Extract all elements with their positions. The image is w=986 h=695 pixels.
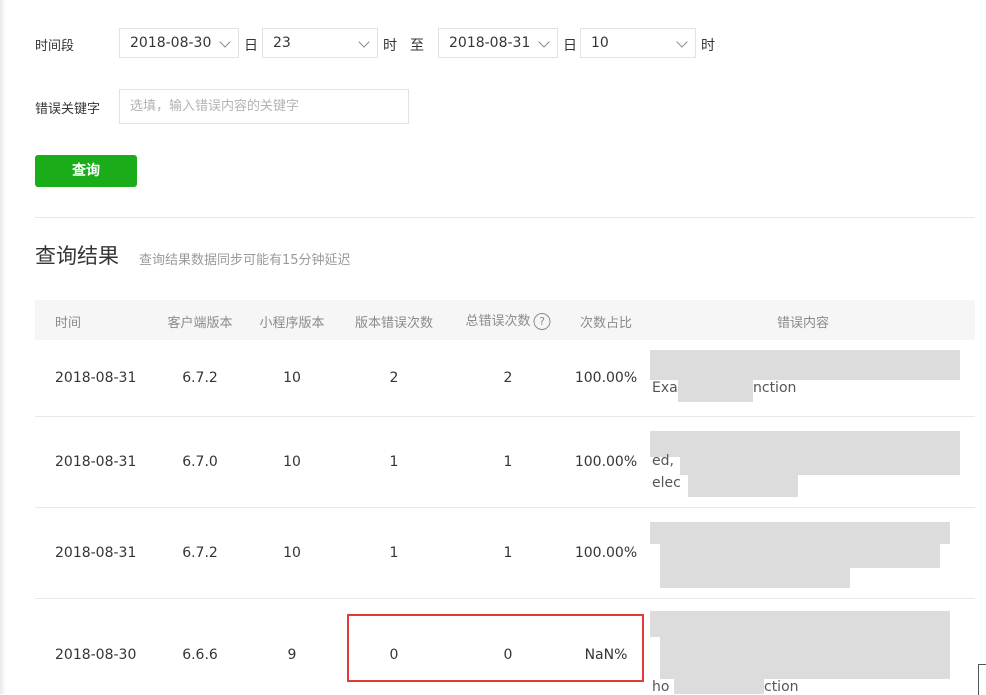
- cell-total-error-count: 1: [503, 545, 513, 561]
- cell-miniprogram-version: 10: [283, 370, 301, 386]
- query-button[interactable]: 查询: [35, 155, 137, 187]
- end-date-select[interactable]: 2018-08-31: [438, 28, 558, 58]
- hour-unit-label-2: 时: [701, 38, 715, 54]
- cell-error-content: Exa nction: [650, 348, 965, 412]
- error-text-fragment: nction: [753, 380, 797, 396]
- window-corner: [978, 664, 986, 695]
- section-divider: [35, 217, 975, 218]
- cell-client-version: 6.7.2: [182, 545, 218, 561]
- cell-client-version: 6.7.2: [182, 370, 218, 386]
- redaction-blur: [678, 380, 753, 402]
- col-total-error-count: 总错误次数?: [465, 310, 551, 330]
- annotation-highlight-box: [347, 614, 644, 682]
- cell-time: 2018-08-31: [55, 545, 137, 561]
- redaction-blur: [660, 637, 950, 679]
- start-date-select[interactable]: 2018-08-30: [119, 28, 239, 58]
- col-version-error-count: 版本错误次数: [354, 316, 434, 331]
- cell-client-version: 6.6.6: [182, 647, 218, 663]
- redaction-blur: [660, 568, 850, 588]
- cell-time: 2018-08-30: [55, 647, 137, 663]
- redaction-blur: [674, 679, 764, 694]
- period-label: 时间段: [35, 39, 75, 54]
- cell-total-error-count: 2: [503, 370, 513, 386]
- page-edge-shadow: [0, 0, 6, 694]
- keyword-label: 错误关键字: [35, 102, 101, 117]
- results-delay-note: 查询结果数据同步可能有15分钟延迟: [139, 253, 351, 268]
- error-text-fragment: ed,: [652, 453, 674, 469]
- cell-version-error-count: 2: [389, 370, 399, 386]
- end-hour-value: 10: [591, 35, 609, 51]
- redaction-blur: [688, 475, 798, 497]
- start-hour-select[interactable]: 23: [262, 28, 378, 58]
- chevron-down-icon: [219, 36, 231, 48]
- day-unit-label-2: 日: [563, 38, 577, 54]
- chevron-down-icon: [358, 36, 370, 48]
- table-row: 2018-08-31 6.7.2 10 2 2 100.00% Exa ncti…: [35, 340, 975, 417]
- table-header: 时间 客户端版本 小程序版本 版本错误次数 总错误次数? 次数占比 错误内容: [35, 300, 975, 340]
- redaction-blur: [660, 544, 940, 568]
- cell-error-content: ed, elec: [650, 425, 965, 503]
- redaction-blur: [650, 611, 950, 637]
- error-text-fragment: Exa: [652, 380, 678, 396]
- cell-error-content: ho ction: [650, 607, 965, 694]
- cell-time: 2018-08-31: [55, 370, 137, 386]
- cell-ratio: 100.00%: [574, 370, 638, 386]
- cell-miniprogram-version: 10: [283, 545, 301, 561]
- col-error-content: 错误内容: [776, 316, 830, 331]
- cell-ratio: 100.00%: [574, 454, 638, 470]
- col-time: 时间: [55, 316, 82, 331]
- cell-error-content: [650, 516, 965, 594]
- col-miniprogram-version: 小程序版本: [259, 316, 325, 331]
- results-title: 查询结果: [35, 244, 119, 268]
- hour-unit-label: 时: [383, 38, 397, 54]
- redaction-blur: [650, 350, 960, 380]
- error-text-fragment: ction: [764, 679, 799, 694]
- cell-miniprogram-version: 10: [283, 454, 301, 470]
- redaction-blur: [650, 522, 950, 544]
- table-row: 2018-08-31 6.7.0 10 1 1 100.00% ed, elec: [35, 417, 975, 508]
- start-hour-value: 23: [273, 35, 291, 51]
- table-row: 2018-08-31 6.7.2 10 1 1 100.00%: [35, 508, 975, 599]
- col-ratio: 次数占比: [579, 316, 633, 331]
- cell-version-error-count: 1: [389, 454, 399, 470]
- chevron-down-icon: [538, 36, 550, 48]
- to-label: 至: [410, 38, 424, 54]
- col-total-error-count-label: 总错误次数: [465, 314, 531, 329]
- col-client-version: 客户端版本: [167, 316, 233, 331]
- error-text-fragment: ho: [652, 679, 670, 694]
- error-text-fragment: elec: [652, 475, 681, 491]
- day-unit-label: 日: [244, 38, 258, 54]
- cell-miniprogram-version: 9: [287, 647, 297, 663]
- cell-version-error-count: 1: [389, 545, 399, 561]
- keyword-input[interactable]: [119, 89, 409, 124]
- start-date-value: 2018-08-30: [130, 35, 212, 51]
- chevron-down-icon: [676, 36, 688, 48]
- end-hour-select[interactable]: 10: [580, 28, 696, 58]
- cell-time: 2018-08-31: [55, 454, 137, 470]
- cell-client-version: 6.7.0: [182, 454, 218, 470]
- end-date-value: 2018-08-31: [449, 35, 531, 51]
- help-icon[interactable]: ?: [533, 313, 551, 330]
- cell-total-error-count: 1: [503, 454, 513, 470]
- redaction-blur: [680, 453, 960, 475]
- cell-ratio: 100.00%: [574, 545, 638, 561]
